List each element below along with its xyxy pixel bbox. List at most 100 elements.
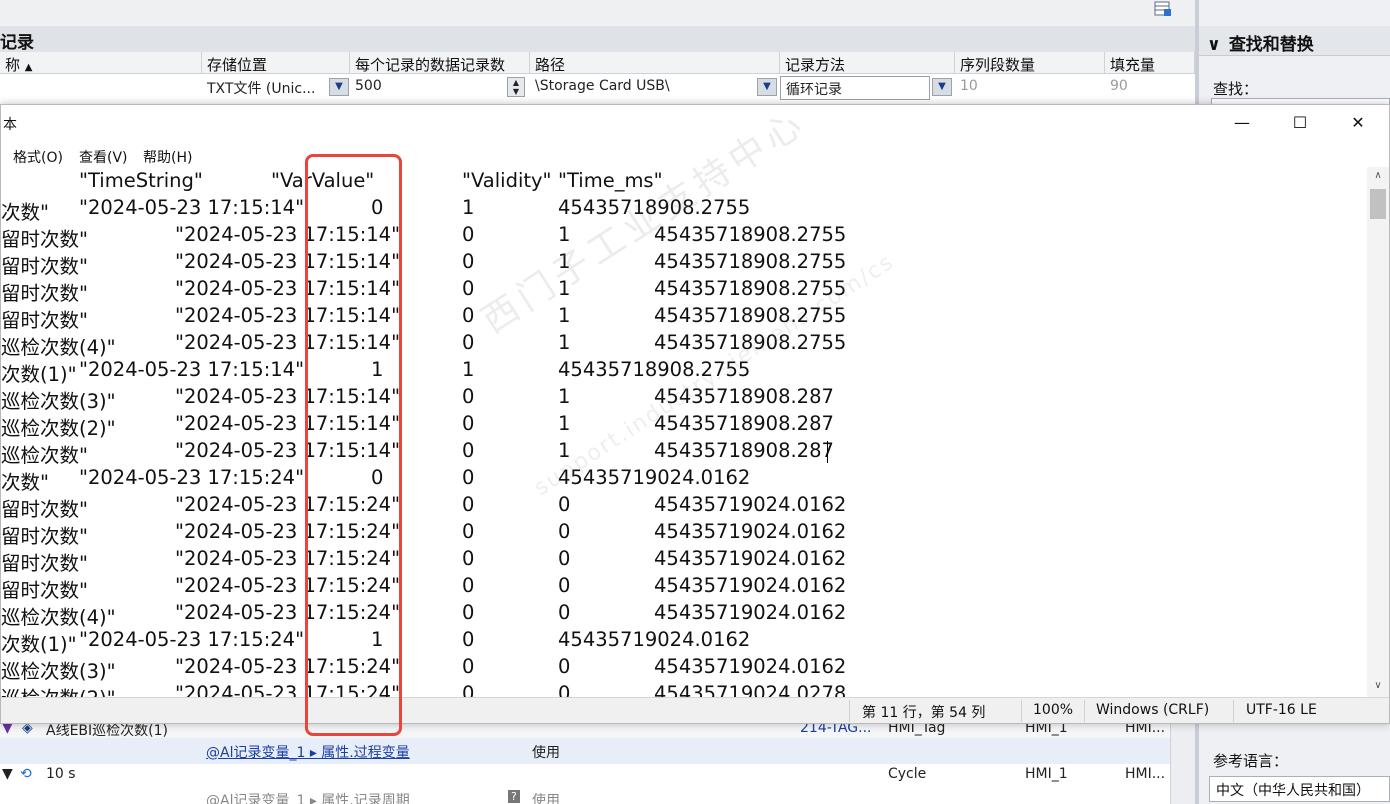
segments-cell[interactable]: 10: [955, 76, 1095, 100]
table-settings-icon[interactable]: [1153, 0, 1173, 18]
line-name: 留时次数": [1, 579, 88, 602]
notepad-titlebar[interactable]: 本 — ☐ ✕: [1, 105, 1389, 141]
scroll-up-icon[interactable]: ∧: [1367, 167, 1389, 185]
line-name: 巡检次数(2)": [1, 417, 116, 440]
list-item[interactable]: ▼ ⟲ 10 s Cycle HMI_1 HMI...: [0, 762, 1170, 788]
line-name: 次数": [1, 471, 49, 494]
chevron-down-icon[interactable]: ∨: [1207, 35, 1221, 55]
col-name-header[interactable]: 称 ▲: [0, 52, 202, 74]
reference-language-select[interactable]: 中文（中华人民共和国）: [1209, 776, 1390, 802]
records-cell[interactable]: 500: [350, 76, 500, 100]
line-ms: 45435719024.0162: [654, 520, 847, 543]
line-validity: 1: [558, 304, 571, 327]
line-name: 巡检次数(4)": [1, 336, 116, 359]
method-cell[interactable]: 循环记录: [780, 76, 930, 100]
line-val: 0: [462, 277, 475, 300]
line-ms: 45435718908.2755: [654, 223, 847, 246]
reference-link[interactable]: @Al记录变量_1 ▸ 属性.记录周期: [206, 790, 410, 804]
line-validity: 1: [558, 412, 571, 435]
line-name: 巡检次数(3)": [1, 660, 116, 683]
line-val: 0: [462, 574, 475, 597]
line-val: 0: [462, 493, 475, 516]
line-val: 0: [462, 547, 475, 570]
line-name: 留时次数": [1, 498, 88, 521]
line-name: 留时次数": [1, 255, 88, 278]
path-cell[interactable]: \Storage Card USB\: [530, 76, 750, 100]
storage-dropdown-button[interactable]: ▼: [329, 78, 349, 96]
minimize-button[interactable]: —: [1213, 105, 1271, 141]
reference-link[interactable]: @Al记录变量_1 ▸ 属性.过程变量: [206, 742, 410, 762]
col-path-header[interactable]: 路径: [530, 52, 780, 74]
menu-help[interactable]: 帮助(H): [143, 147, 192, 167]
line-validity: 0: [558, 682, 571, 697]
sort-asc-icon: ▲: [24, 62, 33, 73]
line-val: 0: [462, 520, 475, 543]
scroll-thumb[interactable]: [1370, 189, 1386, 219]
menu-view[interactable]: 查看(V): [79, 147, 128, 167]
cursor-position: 第 11 行，第 54 列: [862, 705, 986, 721]
line-ms: 45435719024.0162: [654, 601, 847, 624]
line-name: 次数(1)": [1, 363, 77, 386]
line-val: 0: [462, 331, 475, 354]
line-ms: 45435719024.0162: [654, 547, 847, 570]
maximize-button[interactable]: ☐: [1271, 105, 1329, 141]
close-button[interactable]: ✕: [1329, 105, 1387, 141]
list-scrollbar[interactable]: [1170, 722, 1195, 804]
editor-scrollbar[interactable]: ∧ ∨: [1367, 167, 1389, 697]
line-ts: "2024-05-23 17:15:14": [79, 196, 305, 219]
line-val: 0: [462, 439, 475, 462]
text-editor[interactable]: "TimeString" "VarValue" "Validity" "Time…: [1, 167, 1367, 697]
line-val: 0: [462, 304, 475, 327]
method-dropdown-button[interactable]: ▼: [932, 78, 952, 96]
line-ts: "2024-05-23 17:15:24": [79, 466, 305, 489]
line-validity: 0: [462, 466, 475, 489]
line-name: 次数(1)": [1, 633, 77, 656]
line-name: 留时次数": [1, 228, 88, 251]
zoom-level: 100%: [1033, 702, 1074, 718]
col-storage-header[interactable]: 存储位置: [202, 52, 350, 74]
line-ms: 45435718908.287: [654, 439, 834, 462]
col-records-header[interactable]: 每个记录的数据记录数: [350, 52, 530, 74]
line-name: 巡检次数": [1, 444, 88, 467]
line-val: 0: [462, 412, 475, 435]
scroll-down-icon[interactable]: ∨: [1367, 677, 1389, 695]
line-validity: 1: [462, 196, 475, 219]
line-name: 留时次数": [1, 552, 88, 575]
line-val: 0: [462, 385, 475, 408]
line-name: 巡检次数(2)": [1, 682, 116, 697]
line-val: 0: [462, 655, 475, 678]
list-item[interactable]: @Al记录变量_1 ▸ 属性.记录周期 ? 使用: [0, 786, 1170, 804]
grid-header: 称 ▲ 存储位置 每个记录的数据记录数 路径 记录方法 序列段数量 填充量: [0, 52, 1195, 74]
find-replace-header[interactable]: ∨ 查找和替换: [1199, 26, 1390, 56]
col-segments-header[interactable]: 序列段数量: [955, 52, 1105, 74]
line-val: 0: [462, 601, 475, 624]
reference-language-label: 参考语言：: [1213, 752, 1289, 770]
section-title: 记录: [0, 26, 1195, 53]
line-validity: 0: [558, 520, 571, 543]
menu-format[interactable]: 格式(O): [13, 147, 63, 167]
line-validity: 0: [558, 574, 571, 597]
storage-cell[interactable]: TXT文件 (Unic...: [202, 76, 322, 100]
records-spinner[interactable]: ▲ ▼: [507, 77, 525, 97]
col-fill-header[interactable]: 填充量: [1105, 52, 1195, 74]
line-val: 0: [462, 250, 475, 273]
line-ending: Windows (CRLF): [1096, 702, 1210, 718]
line-validity: 0: [558, 601, 571, 624]
help-icon: ?: [508, 790, 520, 803]
grid-row: TXT文件 (Unic... ▼ 500 ▲ ▼ \Storage Card US…: [0, 74, 1195, 104]
line-ts: "2024-05-23 17:15:14": [79, 358, 305, 381]
line-name: 留时次数": [1, 309, 88, 332]
line-ms: 45435719024.0162: [654, 655, 847, 678]
path-browse-button[interactable]: ▼: [757, 78, 777, 96]
status-bar: 第 11 行，第 54 列 100% Windows (CRLF) UTF-16…: [1, 697, 1389, 723]
line-val: 0: [462, 223, 475, 246]
line-name: 巡检次数(4)": [1, 606, 116, 629]
list-item[interactable]: @Al记录变量_1 ▸ 属性.过程变量 使用: [0, 738, 1170, 764]
chevron-down-icon[interactable]: ▼: [2, 766, 13, 782]
text-caret: [827, 441, 828, 463]
line-validity: 1: [558, 331, 571, 354]
cycle-icon: ⟲: [20, 766, 32, 782]
fill-cell[interactable]: 90: [1105, 76, 1185, 100]
line-ts: "2024-05-23 17:15:24": [79, 628, 305, 651]
col-method-header[interactable]: 记录方法: [780, 52, 955, 74]
